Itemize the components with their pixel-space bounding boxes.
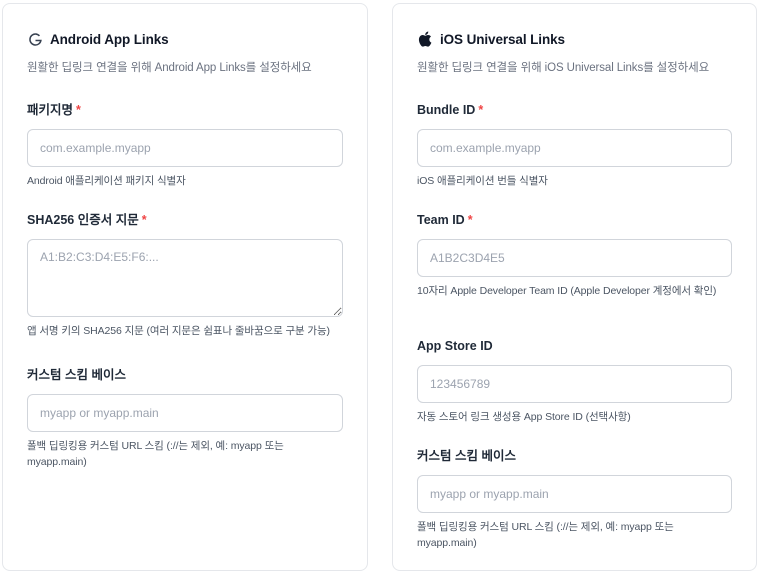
ios-custom-scheme-input[interactable] — [417, 475, 732, 513]
bundle-id-field: Bundle ID* iOS 애플리케이션 번들 식별자 — [417, 102, 732, 189]
package-name-label: 패키지명 — [27, 103, 74, 117]
team-id-field: Team ID* 10자리 Apple Developer Team ID (A… — [417, 212, 732, 299]
android-card-header: Android App Links 원활한 딥링크 연결을 위해 Android… — [27, 29, 347, 75]
bundle-id-label: Bundle ID — [417, 103, 476, 117]
ios-custom-scheme-field: 커스텀 스킴 베이스 폴백 딥링킹용 커스텀 URL 스킴 (://는 제외, … — [417, 448, 732, 551]
sha256-field: SHA256 인증서 지문* 앱 서명 키의 SHA256 지문 (여러 지문은… — [27, 212, 343, 339]
team-id-help: 10자리 Apple Developer Team ID (Apple Deve… — [417, 285, 717, 297]
ios-custom-scheme-help: 폴백 딥링킹용 커스텀 URL 스킴 (://는 제외, 예: myapp 또는… — [417, 521, 674, 549]
ios-universal-links-card: iOS Universal Links 원활한 딥링크 연결을 위해 iOS U… — [392, 3, 757, 571]
google-g-icon — [27, 31, 43, 47]
package-name-help: Android 애플리케이션 패키지 식별자 — [27, 175, 186, 187]
team-id-input[interactable] — [417, 239, 732, 277]
apple-icon — [417, 31, 433, 47]
android-custom-scheme-input[interactable] — [27, 394, 343, 432]
sha256-textarea[interactable] — [27, 239, 343, 317]
android-app-links-card: Android App Links 원활한 딥링크 연결을 위해 Android… — [2, 3, 368, 571]
sha256-help: 앱 서명 키의 SHA256 지문 (여러 지문은 쉼표나 줄바꿈으로 구분 가… — [27, 325, 330, 337]
bundle-id-help: iOS 애플리케이션 번들 식별자 — [417, 175, 548, 187]
android-custom-scheme-field: 커스텀 스킴 베이스 폴백 딥링킹용 커스텀 URL 스킴 (://는 제외, … — [27, 367, 343, 470]
ios-card-title: iOS Universal Links — [440, 31, 565, 47]
required-marker: * — [76, 103, 81, 117]
package-name-field: 패키지명* Android 애플리케이션 패키지 식별자 — [27, 102, 343, 189]
package-name-input[interactable] — [27, 129, 343, 167]
app-store-id-label: App Store ID — [417, 339, 493, 353]
ios-card-description: 원활한 딥링크 연결을 위해 iOS Universal Links를 설정하세… — [417, 62, 710, 74]
ios-card-header: iOS Universal Links 원활한 딥링크 연결을 위해 iOS U… — [417, 29, 736, 75]
ios-custom-scheme-label: 커스텀 스킴 베이스 — [417, 449, 516, 463]
required-marker: * — [141, 213, 147, 227]
required-marker: * — [478, 103, 484, 117]
app-store-id-field: App Store ID 자동 스토어 링크 생성용 App Store ID … — [417, 338, 732, 425]
team-id-label: Team ID — [417, 213, 465, 227]
android-custom-scheme-label: 커스텀 스킴 베이스 — [27, 368, 126, 382]
required-marker: * — [467, 213, 473, 227]
app-store-id-help: 자동 스토어 링크 생성용 App Store ID (선택사항) — [417, 411, 631, 423]
app-store-id-input[interactable] — [417, 365, 732, 403]
sha256-label: SHA256 인증서 지문 — [27, 213, 139, 227]
bundle-id-input[interactable] — [417, 129, 732, 167]
android-custom-scheme-help: 폴백 딥링킹용 커스텀 URL 스킴 (://는 제외, 예: myapp 또는… — [27, 440, 284, 468]
android-card-title: Android App Links — [50, 31, 169, 47]
android-card-description: 원활한 딥링크 연결을 위해 Android App Links를 설정하세요 — [27, 62, 312, 74]
